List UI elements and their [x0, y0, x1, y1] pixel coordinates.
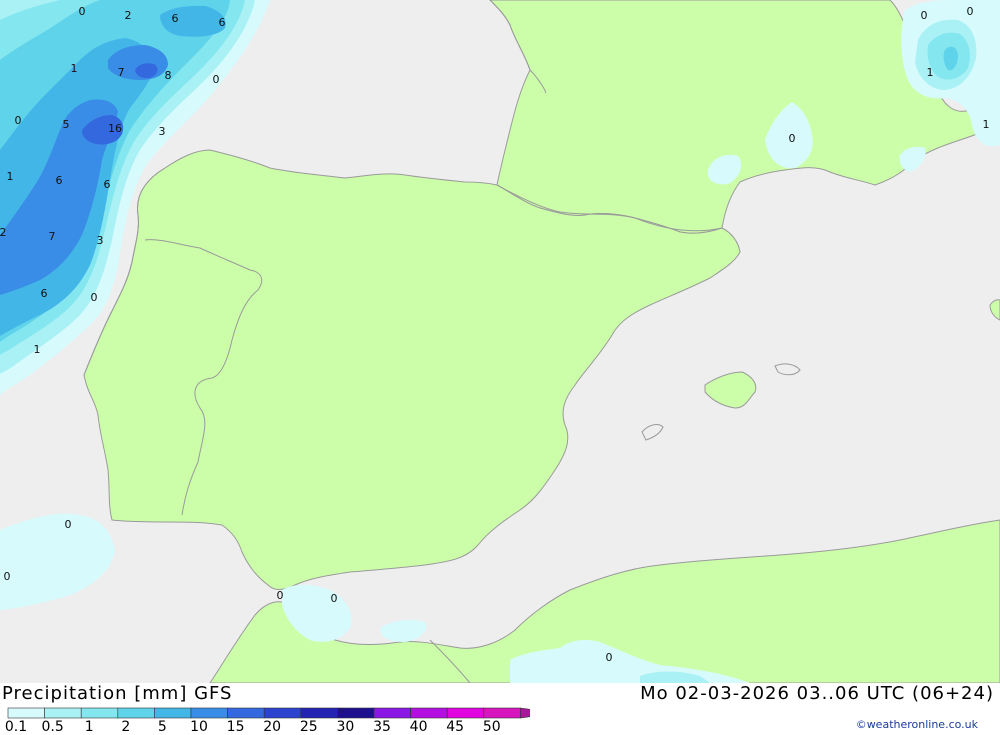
legend-swatch — [44, 707, 82, 719]
contour-label: 0 — [921, 9, 928, 22]
contour-label: 6 — [172, 12, 179, 25]
legend-swatch — [373, 707, 411, 719]
contour-label: 0 — [79, 5, 86, 18]
contour-label: 6 — [104, 178, 111, 191]
precipitation-map: 0 2 6 6 1 7 8 0 0 5 16 3 1 6 6 2 7 3 6 0… — [0, 0, 1000, 683]
contour-label: 1 — [7, 170, 14, 183]
contour-label: 7 — [49, 230, 56, 243]
contour-label: 1 — [983, 118, 990, 131]
legend-swatch — [80, 707, 119, 719]
contour-label: 0 — [65, 518, 72, 531]
contour-label: 6 — [219, 16, 226, 29]
forecast-datetime: Mo 02-03-2026 03..06 UTC (06+24) — [640, 683, 994, 704]
legend-swatch — [227, 707, 265, 719]
legend-swatch — [483, 707, 521, 719]
contour-label: 0 — [213, 73, 220, 86]
credit-link[interactable]: ©weatheronline.co.uk — [856, 718, 978, 731]
contour-label: 7 — [118, 66, 125, 79]
legend-swatch — [154, 707, 192, 719]
legend-swatch — [410, 707, 448, 719]
legend-swatch — [300, 707, 338, 719]
contour-label: 1 — [71, 62, 78, 75]
contour-label: 0 — [606, 651, 613, 664]
contour-label: 0 — [277, 589, 284, 602]
contour-label: 3 — [97, 234, 104, 247]
contour-label: 5 — [63, 118, 70, 131]
contour-label: 2 — [0, 226, 7, 239]
contour-label: 0 — [789, 132, 796, 145]
contour-label: 6 — [56, 174, 63, 187]
legend-arrow — [520, 707, 530, 719]
contour-label: 0 — [967, 5, 974, 18]
legend-swatch — [263, 707, 302, 719]
contour-label: 2 — [125, 9, 132, 22]
legend-swatch — [446, 707, 485, 719]
contour-label: 8 — [165, 69, 172, 82]
legend-swatch — [337, 707, 375, 719]
legend-swatch — [190, 707, 228, 719]
contour-label: 3 — [159, 125, 166, 138]
map-title: Precipitation [mm] GFS — [2, 683, 233, 704]
contour-label: 0 — [4, 570, 11, 583]
contour-label: 0 — [331, 592, 338, 605]
contour-label: 0 — [15, 114, 22, 127]
contour-label: 1 — [34, 343, 41, 356]
contour-label: 6 — [41, 287, 48, 300]
contour-label: 16 — [108, 122, 122, 135]
contour-label: 0 — [91, 291, 98, 304]
contour-label: 1 — [927, 66, 934, 79]
legend-swatch — [117, 707, 155, 719]
legend-swatch — [7, 707, 45, 719]
